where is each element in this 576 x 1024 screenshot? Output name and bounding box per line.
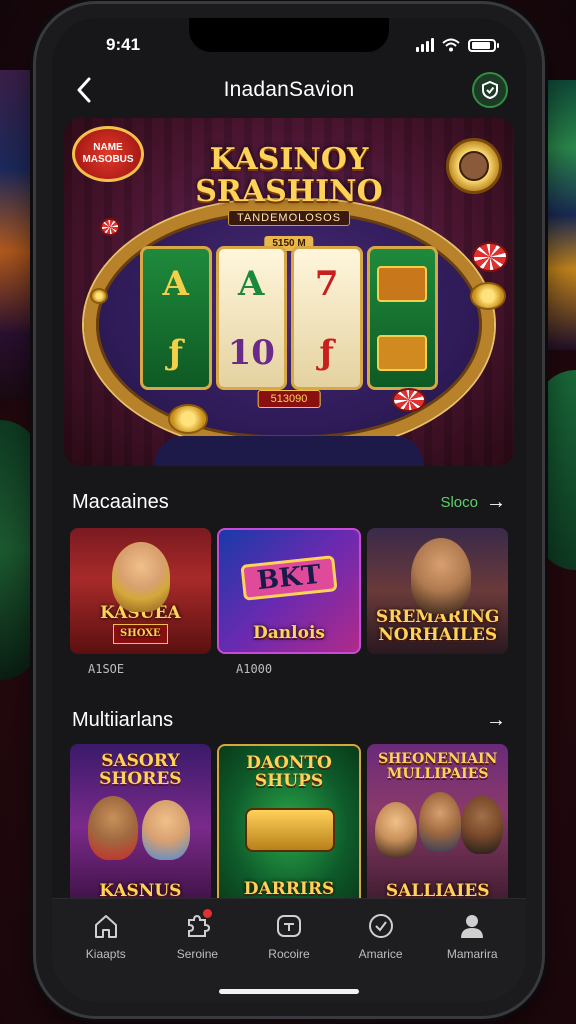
game-meta: A1SOE — [88, 662, 125, 676]
game-top-title: SASORY SHORES — [99, 751, 182, 789]
gold-chip-icon — [168, 404, 208, 434]
gold-chip-icon — [90, 288, 108, 304]
shield-icon — [482, 80, 498, 100]
red-chip-icon — [392, 388, 426, 412]
host-portrait — [411, 538, 472, 614]
notch — [189, 18, 389, 52]
slot-reels: Aƒ A 10 7ƒ — [140, 246, 438, 390]
game-card[interactable]: SASORY SHORES KASNUS — [70, 744, 211, 910]
game-subtitle: SHOXE — [113, 624, 168, 644]
page-title: InadanSavion — [223, 78, 355, 101]
phone-frame: 9:41 InadanSavion NAME MASOBUS KASINOY S… — [36, 4, 542, 1016]
game-top-title: SHEONENIAIN MULLIPAIES — [378, 751, 498, 782]
status-time: 9:41 — [106, 35, 141, 54]
game-logo-text: BKT — [240, 555, 338, 601]
tab-label: Rocoire — [268, 947, 310, 961]
section-header-multiplayer: Multiiarlans → — [72, 706, 506, 734]
background-table-left — [0, 420, 40, 680]
top-nav: InadanSavion — [52, 66, 526, 114]
game-title: Danlois — [253, 623, 325, 643]
tab-profile[interactable]: Mamarira — [432, 911, 512, 1002]
game-logo: BKT — [219, 555, 360, 601]
hero-subtitle-text: TANDEMOLOSOS — [227, 210, 351, 226]
machines-row: KASUEA SHOXE BKT Danlois SREMARING NORHA… — [70, 528, 509, 654]
signal-icon — [416, 38, 434, 52]
host-portrait — [112, 542, 170, 612]
hero-title: KASINOY SRASHINO — [64, 144, 514, 208]
player-portrait — [375, 802, 418, 858]
tab-label: Mamarira — [446, 947, 498, 961]
game-emblem-icon — [244, 808, 335, 852]
game-top-title: DAONTO SHUPS — [246, 753, 332, 791]
multiplayer-row: SASORY SHORES KASNUS DAONTO SHUPS DARRIR… — [70, 744, 509, 910]
slot-reel — [366, 246, 438, 390]
home-icon — [91, 911, 121, 941]
hero-banner[interactable]: NAME MASOBUS KASINOY SRASHINO TANDEMOLOS… — [64, 118, 514, 466]
back-button[interactable] — [70, 76, 98, 104]
player-portrait — [461, 796, 504, 854]
reel-label: 513090 — [257, 390, 321, 408]
hero-title-line1: KASINOY — [209, 142, 369, 177]
gold-chip-icon — [470, 282, 506, 310]
wallet-icon — [274, 911, 304, 941]
slot-reel: 7ƒ — [291, 246, 363, 390]
section-title: Macaaines — [72, 490, 169, 513]
hero-title-line2: SRASHINO — [195, 174, 383, 209]
chevron-left-icon — [77, 77, 91, 103]
see-all-link[interactable]: Sloco → — [440, 491, 506, 514]
game-card[interactable]: KASUEA SHOXE — [70, 528, 211, 654]
see-all-link[interactable]: → — [486, 709, 506, 732]
arrow-right-icon: → — [486, 708, 506, 731]
red-chip-icon — [100, 218, 120, 236]
slot-reel: A 10 — [215, 246, 287, 390]
game-meta: A1000 — [236, 662, 273, 676]
app-screen: 9:41 InadanSavion NAME MASOBUS KASINOY S… — [52, 18, 526, 1002]
tab-label: Kiaapts — [85, 947, 126, 961]
slot-reel: Aƒ — [140, 246, 212, 390]
hero-subtitle: TANDEMOLOSOS — [64, 210, 514, 226]
player-portrait — [142, 800, 190, 860]
security-button[interactable] — [472, 72, 508, 108]
game-card[interactable]: SREMARING NORHAILES — [367, 528, 509, 654]
check-icon — [366, 911, 396, 941]
profile-icon — [457, 911, 487, 941]
tab-label: Seroine — [176, 947, 219, 961]
section-title: Multiiarlans — [72, 708, 174, 731]
player-portrait — [419, 792, 462, 852]
status-icons — [416, 38, 499, 52]
battery-icon — [468, 38, 499, 52]
see-all-label: Sloco — [440, 493, 478, 511]
wifi-icon — [442, 38, 460, 52]
game-card[interactable]: DAONTO SHUPS DARRIRS — [216, 744, 362, 910]
home-indicator — [219, 989, 359, 994]
puzzle-icon — [182, 909, 213, 941]
background-table-right — [536, 370, 576, 570]
player-portrait — [88, 796, 138, 860]
bottom-tab-bar: Kiaapts Seroine Rocoire Amarice Mamarira — [52, 898, 526, 1002]
game-card[interactable]: SHEONENIAIN MULLIPAIES SALLIAIES — [367, 744, 509, 910]
tab-label: Amarice — [358, 947, 403, 961]
arrow-right-icon: → — [486, 490, 506, 513]
casino-table — [154, 436, 424, 466]
tab-home[interactable]: Kiaapts — [66, 911, 146, 1002]
game-card[interactable]: BKT Danlois — [216, 528, 362, 654]
section-header-machines: Macaaines Sloco → — [72, 488, 506, 516]
red-chip-icon — [472, 242, 508, 272]
game-title: DARRIRS — [243, 879, 335, 899]
